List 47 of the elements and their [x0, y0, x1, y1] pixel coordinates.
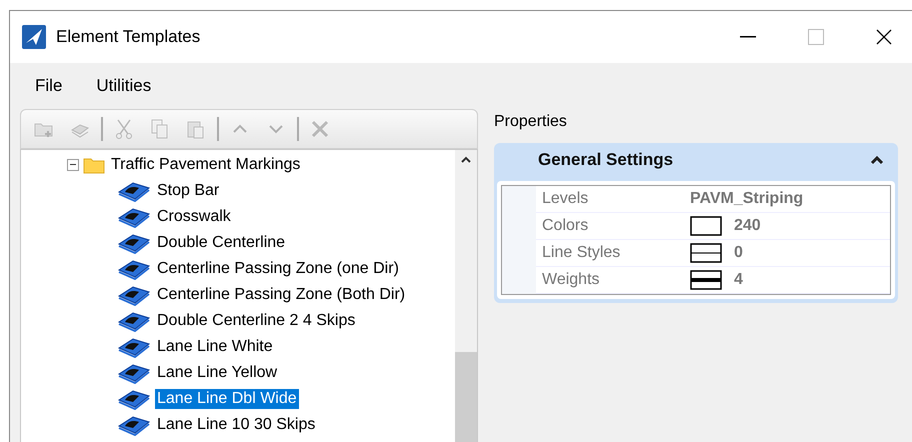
- tree-item[interactable]: Lane Line 10 30 Skips: [155, 415, 318, 435]
- properties-heading: Properties: [493, 113, 567, 130]
- tree-item[interactable]: Centerline Passing Zone (Both Dir): [155, 285, 408, 305]
- tree-item[interactable]: Lane Line Dbl Wide: [155, 389, 299, 409]
- tree-item[interactable]: Double Centerline 2 4 Skips: [155, 311, 358, 331]
- template-icon: [117, 336, 151, 358]
- template-icon: [117, 232, 151, 254]
- collapse-toggle[interactable]: [67, 159, 79, 171]
- tree-item[interactable]: Traffic Pavement Markings: [109, 155, 302, 175]
- app-icon: [22, 25, 46, 49]
- delete-icon: [309, 118, 331, 140]
- folder-icon: [83, 156, 105, 174]
- template-icon: [117, 258, 151, 280]
- tree-item[interactable]: Centerline Passing Zone (one Dir): [155, 259, 401, 279]
- section-title: General Settings: [538, 150, 674, 170]
- line-style-swatch: [690, 243, 722, 263]
- tree-item[interactable]: Lane Line White: [155, 337, 275, 357]
- property-label: Weights: [536, 267, 684, 293]
- scrollbar[interactable]: [455, 150, 477, 442]
- minus-icon: [70, 164, 76, 166]
- property-value[interactable]: 240: [734, 217, 761, 235]
- template-icon: [117, 414, 151, 436]
- template-icon: [117, 206, 151, 228]
- line-weight-swatch: [690, 270, 722, 290]
- tree-item[interactable]: Double Centerline: [155, 233, 288, 253]
- minimize-icon[interactable]: [740, 36, 756, 38]
- property-value[interactable]: 4: [734, 271, 743, 289]
- collapse-icon[interactable]: [870, 155, 884, 165]
- tree-item[interactable]: Stop Bar: [155, 181, 222, 201]
- window-title: Element Templates: [56, 27, 202, 47]
- template-icon: [117, 388, 151, 410]
- maximize-icon[interactable]: [808, 29, 824, 45]
- menu-item[interactable]: File: [30, 76, 68, 96]
- tree-item[interactable]: Lane Line Yellow: [155, 363, 280, 383]
- color-swatch: [690, 216, 722, 236]
- property-label: Levels: [536, 186, 684, 212]
- template-icon: [117, 284, 151, 306]
- close-icon[interactable]: [876, 29, 892, 45]
- property-label: Line Styles: [536, 240, 684, 266]
- template-icon: [117, 180, 151, 202]
- property-label: Colors: [536, 213, 684, 239]
- tree-item[interactable]: Crosswalk: [155, 207, 233, 227]
- property-value[interactable]: 0: [734, 244, 743, 262]
- menu-item[interactable]: Utilities: [91, 76, 156, 96]
- cut-icon: [113, 118, 135, 140]
- template-icon: [117, 362, 151, 384]
- template-icon: [117, 310, 151, 332]
